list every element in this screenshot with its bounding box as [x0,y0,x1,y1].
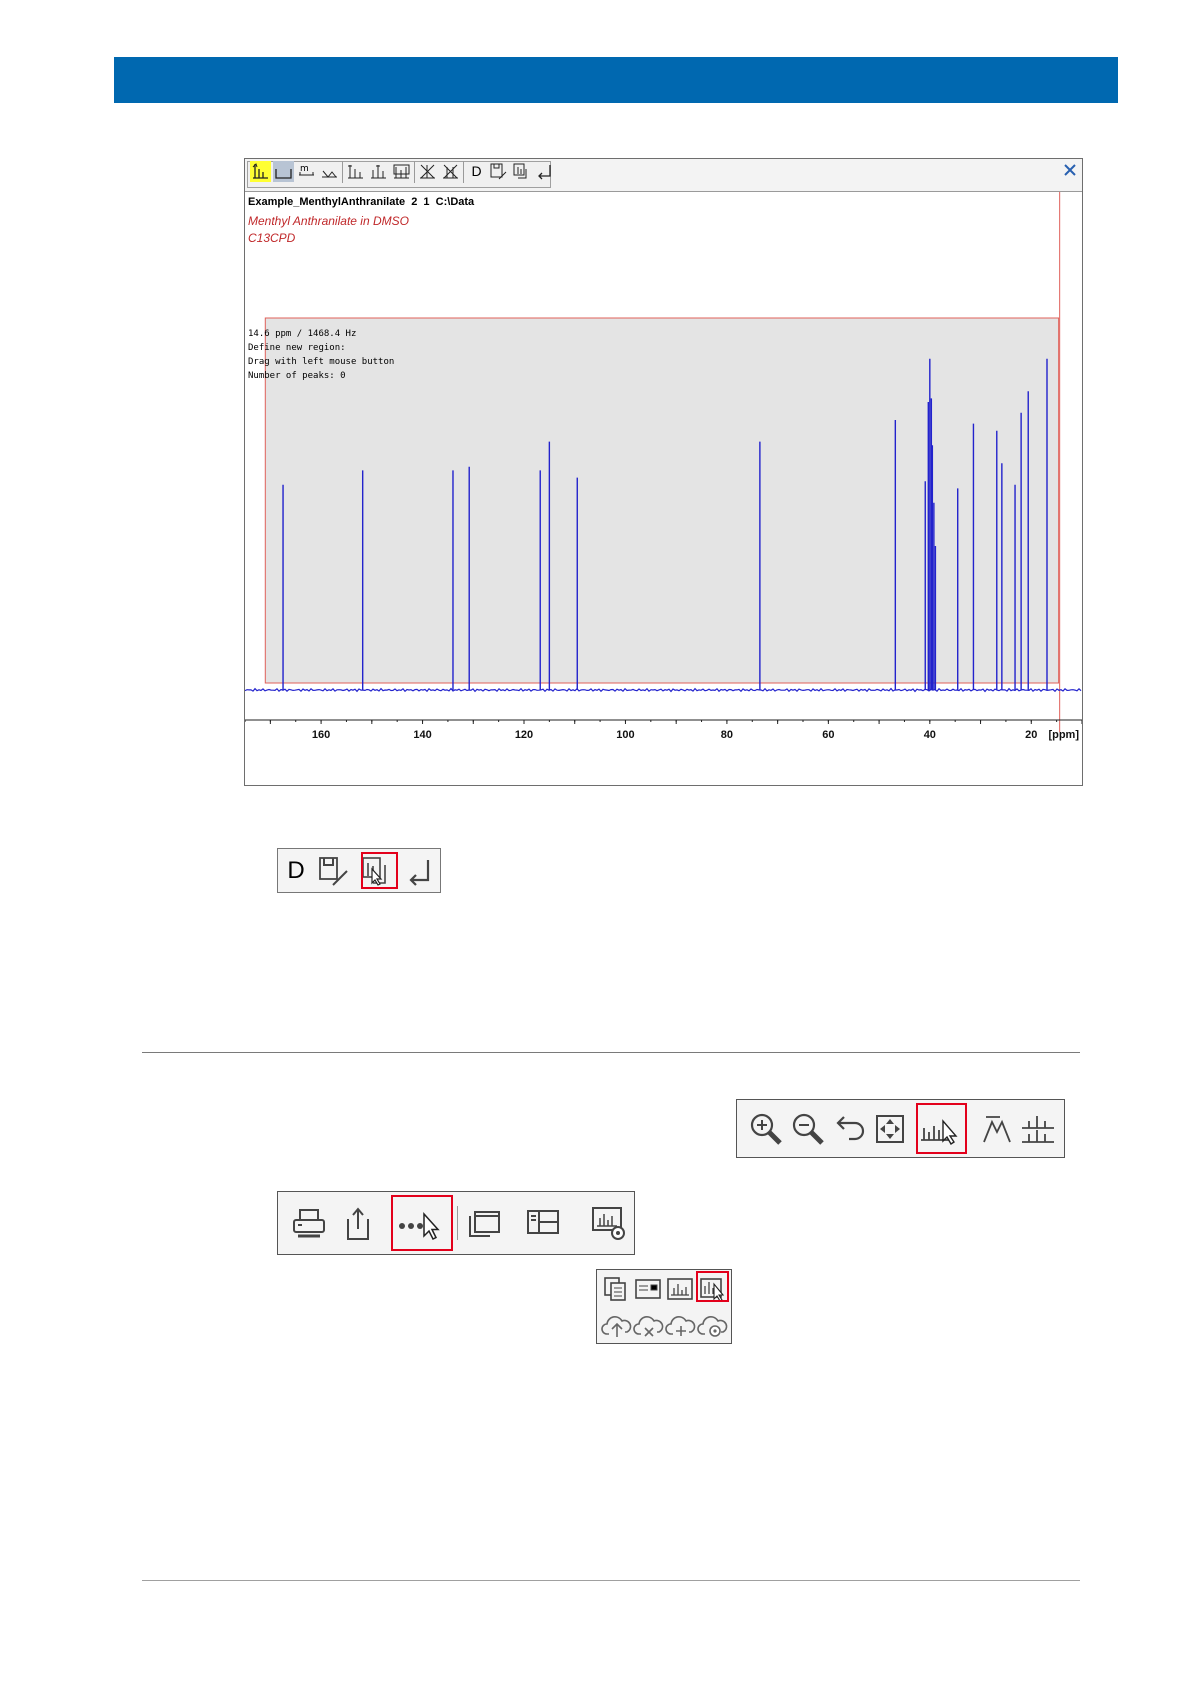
integral-icon[interactable] [319,161,340,182]
spectrum-area[interactable]: 160 140 120 100 80 60 40 20 [ppm] Example_Menthy… [245,192,1082,785]
more-options-panel [596,1269,732,1344]
svg-text:m: m [300,164,309,174]
dataset-title: Example_MenthylAnthranilate 2 1 C:\Data [248,196,475,208]
multiplet-icon[interactable]: m [296,161,317,182]
save-edit-icon[interactable] [318,855,352,892]
x-axis-unit: [ppm] [1048,729,1079,741]
cloud-add-icon[interactable] [665,1310,697,1345]
header-bar [114,57,1118,103]
x-tick-label: 160 [312,729,330,741]
x-tick-label: 100 [616,729,634,741]
close-icon[interactable] [1061,161,1079,179]
d-button[interactable]: D [466,161,487,182]
cloud-upload-icon[interactable] [601,1310,633,1345]
copy-icon[interactable] [602,1275,630,1308]
toolbar-separator [342,161,343,183]
export-icon[interactable] [343,1203,373,1248]
x-tick-label: 40 [924,729,936,741]
spectrum-toolbar: m D [245,159,1082,192]
x-tick-label: 60 [822,729,834,741]
delete-all-icon[interactable] [440,161,461,182]
x-tick-label: 20 [1025,729,1037,741]
add-peak-icon[interactable] [345,161,366,182]
fit-icon[interactable] [874,1113,906,1150]
sample-name: Menthyl Anthranilate in DMSO [248,214,409,228]
x-tick-label: 140 [413,729,431,741]
cursor-position: 14.6 ppm / 1468.4 Hz [248,329,357,339]
layout-icon[interactable] [525,1206,561,1243]
toolbar-separator [463,161,464,183]
cloud-delete-icon[interactable] [633,1310,665,1345]
return-icon[interactable] [534,161,555,182]
pick-all-icon[interactable] [391,161,412,182]
print-icon[interactable] [291,1206,327,1247]
return-icon[interactable] [406,856,436,893]
cursor-info: 14.6 ppm / 1468.4 Hz Define new region: … [248,327,394,383]
zoom-in-icon[interactable] [748,1111,784,1152]
spectrum-window: m D 160 140 120 100 80 60 40 20 [ppm] Ex… [244,158,1083,786]
experiment-name: C13CPD [248,231,296,245]
delete-peak-icon[interactable] [417,161,438,182]
mode-hint: Define new region: [248,343,346,353]
zoom-out-icon[interactable] [790,1111,826,1152]
toolbar-separator [457,1206,458,1240]
peak-list-icon[interactable] [1020,1112,1056,1151]
drag-hint: Drag with left mouse button [248,357,395,367]
highlight-box [391,1195,453,1251]
window-icon[interactable] [467,1206,503,1243]
spectrum-plot[interactable]: 160 140 120 100 80 60 40 20 [ppm] [245,192,1082,785]
main-toolbar [277,1191,635,1255]
spectrum-baseline [245,687,1082,693]
toolbar-separator [414,161,415,183]
peak-count: Number of peaks: 0 [248,371,346,381]
peak-pick-icon[interactable] [250,161,271,182]
x-tick-label: 120 [515,729,533,741]
highlight-box [696,1271,729,1302]
spectrum-settings-icon[interactable] [590,1204,630,1249]
section-divider [142,1052,1080,1053]
undo-icon[interactable] [831,1113,867,1150]
cloud-settings-icon[interactable] [697,1310,729,1345]
preview-icon[interactable] [633,1275,663,1308]
pick-peak-icon[interactable] [368,161,389,182]
highlight-box [361,852,398,889]
manual-peak-icon[interactable] [980,1112,1014,1151]
save-edit-icon[interactable] [488,161,509,182]
highlight-box [916,1103,967,1154]
nav-toolbar [736,1099,1065,1158]
region-toolbar: D [277,848,441,893]
region-icon[interactable] [273,161,294,182]
footer-divider [142,1580,1080,1581]
d-button[interactable]: D [284,856,308,886]
x-tick-label: 80 [721,729,733,741]
export-region-icon[interactable] [511,161,532,182]
spectrum-icon[interactable] [665,1275,695,1308]
